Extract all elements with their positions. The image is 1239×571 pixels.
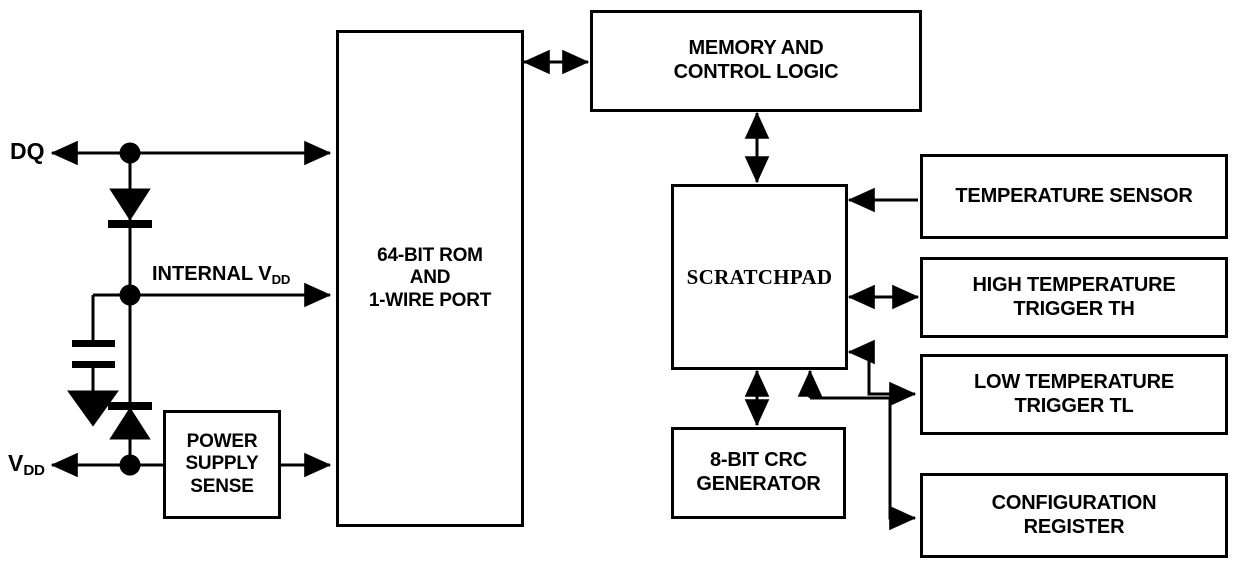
wire-scratchpad-to-lowtrig: [867, 352, 917, 407]
pin-label-vdd-text: V: [8, 450, 24, 476]
block-low-temperature-trigger-label: LOW TEMPERATURE TRIGGER TL: [974, 370, 1174, 417]
block-configuration-register[interactable]: CONFIGURATION REGISTER: [920, 473, 1228, 558]
block-diagram-canvas: 64-BIT ROM AND 1-WIRE PORT POWER SUPPLY …: [0, 0, 1239, 571]
block-memory-and-control-logic-label: MEMORY AND CONTROL LOGIC: [673, 37, 839, 83]
wire-label-internal-vdd-sub: DD: [271, 271, 291, 287]
junction-dot-dq: [119, 142, 141, 164]
block-power-supply-sense[interactable]: POWER SUPPLY SENSE: [163, 410, 281, 519]
block-crc-generator-label: 8-BIT CRC GENERATOR: [696, 449, 821, 495]
block-low-temperature-trigger[interactable]: LOW TEMPERATURE TRIGGER TL: [920, 354, 1228, 435]
block-crc-generator[interactable]: 8-BIT CRC GENERATOR: [671, 427, 846, 519]
junction-dot-internal-vdd: [119, 284, 141, 306]
pin-label-vdd-sub: DD: [23, 462, 45, 480]
block-temperature-sensor-label: TEMPERATURE SENSOR: [955, 184, 1193, 207]
wire-label-internal-vdd-text: INTERNAL V: [152, 263, 272, 285]
block-scratchpad-label: SCRATCHPAD: [686, 264, 833, 289]
block-high-temperature-trigger[interactable]: HIGH TEMPERATURE TRIGGER TH: [920, 257, 1228, 338]
block-temperature-sensor[interactable]: TEMPERATURE SENSOR: [920, 154, 1228, 239]
pin-label-dq: DQ: [10, 138, 45, 165]
block-power-supply-sense-label: POWER SUPPLY SENSE: [185, 430, 259, 497]
esd-diode-vdd: [108, 402, 152, 440]
block-rom-1wire-port-label: 64-BIT ROM AND 1-WIRE PORT: [368, 244, 492, 311]
pin-label-dq-text: DQ: [10, 138, 45, 164]
esd-diode-dq: [108, 188, 152, 228]
pin-label-vdd: VDD: [8, 450, 45, 480]
parasite-capacitor: [72, 340, 115, 368]
block-scratchpad[interactable]: SCRATCHPAD: [671, 184, 848, 370]
block-memory-and-control-logic[interactable]: MEMORY AND CONTROL LOGIC: [590, 10, 922, 112]
block-rom-1wire-port[interactable]: 64-BIT ROM AND 1-WIRE PORT: [336, 30, 524, 527]
block-high-temperature-trigger-label: HIGH TEMPERATURE TRIGGER TH: [972, 273, 1176, 320]
block-configuration-register-label: CONFIGURATION REGISTER: [991, 491, 1157, 538]
junction-dot-vdd: [119, 454, 141, 476]
wire-label-internal-vdd: INTERNAL VDD: [152, 263, 291, 287]
